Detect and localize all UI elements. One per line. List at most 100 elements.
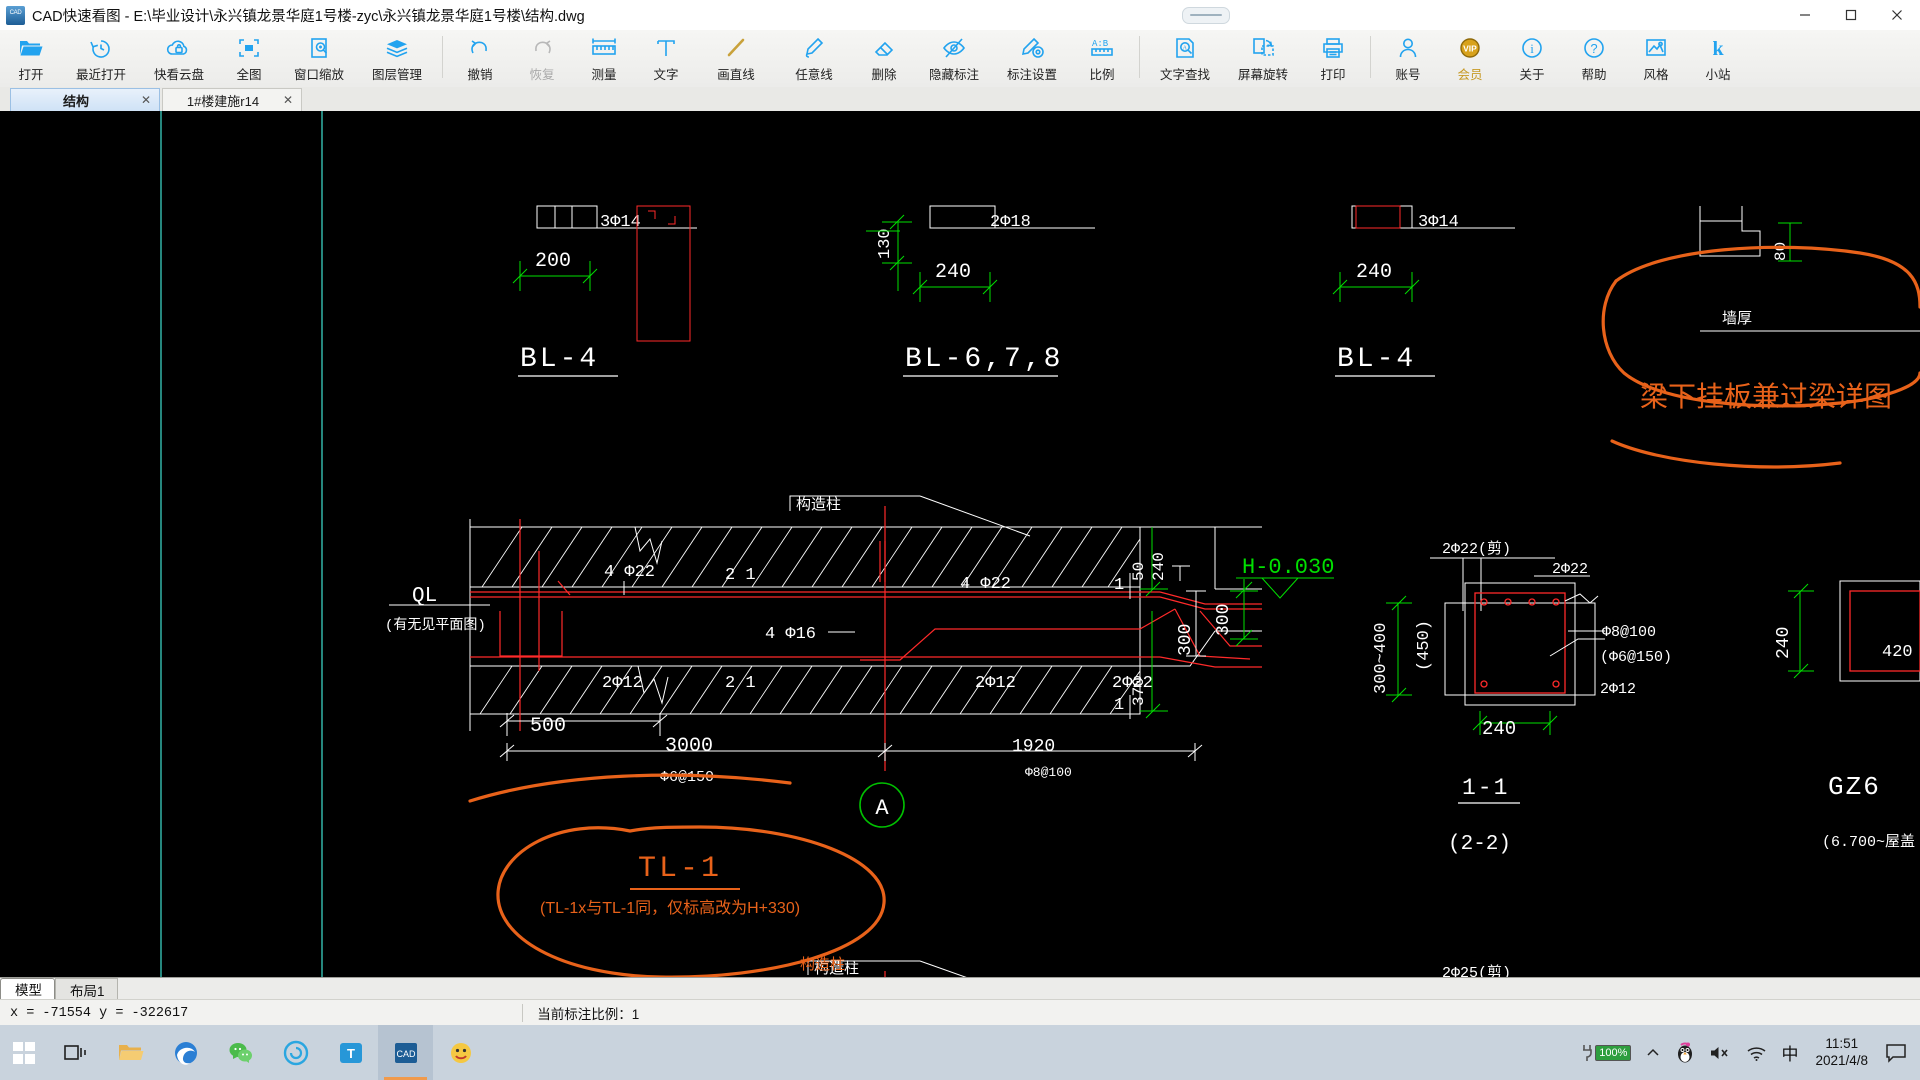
caption-pill: [1182, 7, 1230, 24]
model-tab-label: 模型: [15, 983, 42, 998]
toolbar-button-account[interactable]: 账号: [1377, 30, 1439, 86]
svg-text:2Φ12: 2Φ12: [975, 674, 1016, 693]
document-tab-bar: 结构 ✕ 1#楼建施r14 ✕: [0, 87, 1920, 112]
document-tab-building[interactable]: 1#楼建施r14 ✕: [162, 88, 302, 111]
svg-text:(有无见平面图): (有无见平面图): [385, 617, 486, 634]
style-picture-icon: [1643, 34, 1669, 61]
browser-360-icon[interactable]: [268, 1025, 323, 1080]
toolbar-button-style[interactable]: 风格: [1625, 30, 1687, 86]
battery-percent: 100%: [1595, 1044, 1632, 1061]
toolbar-button-freehand[interactable]: 任意线: [775, 30, 853, 86]
svg-text:2Φ25(剪): 2Φ25(剪): [1442, 964, 1511, 977]
toolbar-button-text[interactable]: 文字: [635, 30, 697, 86]
svg-text:3Φ14: 3Φ14: [1418, 213, 1459, 232]
status-bar: x = -71554 y = -322617 当前标注比例：1: [0, 999, 1920, 1026]
toolbar-button-recent[interactable]: 最近打开: [62, 30, 140, 86]
task-view-icon[interactable]: [48, 1025, 103, 1080]
folder-open-icon: [18, 34, 44, 61]
toolbar-button-vip[interactable]: VIP 会员: [1439, 30, 1501, 86]
svg-text:1: 1: [1114, 696, 1124, 715]
clock[interactable]: 11:51 2021/4/8: [1805, 1025, 1878, 1080]
clock-time: 11:51: [1825, 1035, 1859, 1051]
edge-browser-icon[interactable]: [158, 1025, 213, 1080]
toolbar-button-station[interactable]: k 小站: [1687, 30, 1749, 86]
toolbar-button-layers[interactable]: 图层管理: [358, 30, 436, 86]
recent-clock-icon: [88, 34, 114, 61]
clock-date: 2021/4/8: [1815, 1052, 1868, 1068]
toolbar-button-text-search[interactable]: A 文字查找: [1146, 30, 1224, 86]
layers-icon: [383, 34, 411, 61]
file-explorer-icon[interactable]: [103, 1025, 158, 1080]
svg-text:Φ8@100: Φ8@100: [1602, 624, 1656, 641]
chevron-up-icon[interactable]: [1638, 1025, 1668, 1080]
markup-title-text: 梁下挂板兼过梁详图: [1640, 381, 1892, 412]
photo-app-icon[interactable]: [433, 1025, 488, 1080]
info-circle-icon: i: [1519, 34, 1545, 61]
svg-text:H-0.030: H-0.030: [1242, 555, 1334, 580]
toolbar-button-print[interactable]: 打印: [1302, 30, 1364, 86]
wifi-icon[interactable]: [1738, 1025, 1774, 1080]
toolbar-label: 关于: [1519, 68, 1545, 82]
cad-viewer-icon[interactable]: CAD: [378, 1025, 433, 1080]
toolbar-button-draw-line[interactable]: 画直线: [697, 30, 775, 86]
toolbar-label: 任意线: [795, 68, 833, 82]
ime-indicator[interactable]: 中: [1774, 1025, 1805, 1080]
toolbar-label: 测量: [591, 68, 617, 82]
toolbar-button-annotation-settings[interactable]: 标注设置: [993, 30, 1071, 86]
svg-text:(6.700~屋盖: (6.700~屋盖: [1822, 833, 1915, 851]
toolbar-button-hide-annotation[interactable]: 隐藏标注: [915, 30, 993, 86]
toolbar-button-help[interactable]: ? 帮助: [1563, 30, 1625, 86]
notification-icon[interactable]: [1878, 1025, 1914, 1080]
toolbar-separator: [1139, 36, 1140, 78]
toolbar-button-delete[interactable]: 删除: [853, 30, 915, 86]
svg-text:4 Φ22: 4 Φ22: [960, 575, 1011, 594]
toolbar-label: 帮助: [1581, 68, 1607, 82]
volume-mute-icon[interactable]: [1702, 1025, 1738, 1080]
close-icon[interactable]: ✕: [283, 93, 293, 107]
svg-text:CAD: CAD: [396, 1049, 416, 1059]
wechat-icon[interactable]: [213, 1025, 268, 1080]
maximize-button[interactable]: [1828, 0, 1874, 30]
toolbar-button-zoom-all[interactable]: 全图: [218, 30, 280, 86]
toolbar-button-scale[interactable]: A:B 比例: [1071, 30, 1133, 86]
drawing-canvas[interactable]: 3Φ14 200 BL-4 130 2Φ18 240 BL-6,7,8 3Φ14…: [0, 111, 1920, 977]
toolbar-button-redo[interactable]: 恢复: [511, 30, 573, 86]
status-divider: [522, 1004, 524, 1022]
model-tab[interactable]: 模型: [0, 977, 55, 1001]
toolbar-button-screen-rotate[interactable]: 屏幕旋转: [1224, 30, 1302, 86]
layout1-tab[interactable]: 布局1: [55, 978, 118, 1000]
toolbar-button-undo[interactable]: 撤销: [449, 30, 511, 86]
svg-text:QL: QL: [412, 585, 437, 608]
qq-penguin-icon[interactable]: [1668, 1025, 1702, 1080]
annotation-scale-label: 当前标注比例：1: [537, 1007, 640, 1022]
hide-annotation-eye-icon: [940, 34, 968, 61]
battery-icon[interactable]: 100%: [1573, 1025, 1638, 1080]
tim-icon[interactable]: T: [323, 1025, 378, 1080]
toolbar-button-about[interactable]: i 关于: [1501, 30, 1563, 86]
toolbar-separator: [442, 36, 443, 78]
toolbar-separator: [1370, 36, 1371, 78]
svg-text:A: A: [1183, 45, 1188, 51]
toolbar-label: 会员: [1457, 68, 1483, 82]
svg-text:500: 500: [530, 715, 566, 738]
toolbar-button-cloud[interactable]: 快看云盘: [140, 30, 218, 86]
close-button[interactable]: [1874, 0, 1920, 30]
toolbar-button-open[interactable]: 打开: [0, 30, 62, 86]
toolbar-label: 恢复: [529, 68, 555, 82]
text-search-icon: A: [1172, 34, 1198, 61]
document-tab-structure[interactable]: 结构 ✕: [10, 88, 160, 111]
svg-text:BL-4: BL-4: [1337, 344, 1416, 375]
windows-start-icon[interactable]: [0, 1025, 48, 1080]
toolbar-button-measure[interactable]: 测量: [573, 30, 635, 86]
toolbar-button-window-zoom[interactable]: 窗口缩放: [280, 30, 358, 86]
text-tool-icon: [653, 34, 679, 61]
cad-drawing[interactable]: 3Φ14 200 BL-4 130 2Φ18 240 BL-6,7,8 3Φ14…: [0, 111, 1920, 977]
toolbar-label: 比例: [1089, 68, 1115, 82]
k-station-icon: k: [1705, 34, 1731, 61]
close-icon[interactable]: ✕: [141, 93, 151, 107]
draw-line-icon: [723, 34, 749, 61]
minimize-button[interactable]: [1782, 0, 1828, 30]
toolbar-label: 画直线: [717, 68, 755, 82]
window-controls: [1782, 0, 1920, 30]
svg-text:BL-6,7,8: BL-6,7,8: [905, 344, 1063, 375]
